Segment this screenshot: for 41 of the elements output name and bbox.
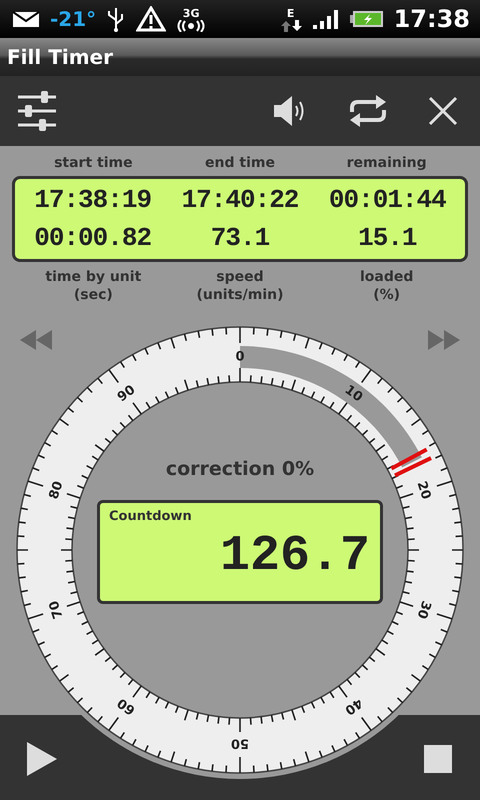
column-label: speed (units/min) bbox=[196, 268, 284, 304]
signal-icon bbox=[312, 8, 340, 30]
scale-label: 60 bbox=[114, 694, 138, 718]
column-label: loaded (%) bbox=[360, 268, 414, 304]
scale-label: 30 bbox=[414, 598, 434, 621]
mail-icon bbox=[12, 9, 40, 29]
column-label: remaining bbox=[346, 154, 427, 172]
column-label: end time bbox=[205, 154, 275, 172]
scale-label: 90 bbox=[114, 382, 138, 406]
radio-waves-icon bbox=[176, 20, 206, 32]
lcd-reading: 15.1 bbox=[358, 222, 417, 255]
app-title: Fill Timer bbox=[7, 45, 113, 69]
scale-label: 70 bbox=[46, 598, 66, 621]
warning-icon bbox=[136, 6, 166, 32]
lcd-reading: 00:00.82 bbox=[34, 222, 152, 255]
scale-label: 0 bbox=[235, 350, 245, 365]
temperature: -21° bbox=[50, 7, 96, 31]
scale-label: 40 bbox=[342, 694, 366, 718]
marker-lines[interactable] bbox=[389, 448, 434, 478]
repeat-icon[interactable] bbox=[348, 94, 388, 128]
data-type: E bbox=[286, 6, 294, 20]
network-type: 3G bbox=[182, 6, 200, 20]
close-icon[interactable] bbox=[428, 96, 458, 126]
lcd-reading: 73.1 bbox=[210, 222, 270, 255]
scale-label: 20 bbox=[414, 479, 434, 502]
lcd-reading: 17:38:19 bbox=[34, 184, 152, 217]
correction-label: correction 0% bbox=[166, 458, 314, 480]
battery-icon bbox=[350, 9, 384, 29]
clock: 17:38 bbox=[394, 5, 470, 33]
scale-label: 80 bbox=[46, 479, 66, 502]
lcd-reading: 00:01:44 bbox=[328, 184, 446, 217]
countdown-label: Countdown bbox=[109, 509, 192, 524]
data-arrows-icon bbox=[280, 20, 302, 32]
scale-label: 10 bbox=[342, 382, 366, 406]
settings-icon[interactable] bbox=[17, 91, 57, 131]
scale-label: 50 bbox=[230, 735, 250, 750]
countdown-value: 126.7 bbox=[220, 529, 370, 585]
column-label: time by unit (sec) bbox=[45, 268, 142, 304]
play-icon[interactable] bbox=[27, 742, 57, 776]
column-label: start time bbox=[54, 154, 133, 172]
lcd-reading: 17:40:22 bbox=[182, 184, 298, 217]
